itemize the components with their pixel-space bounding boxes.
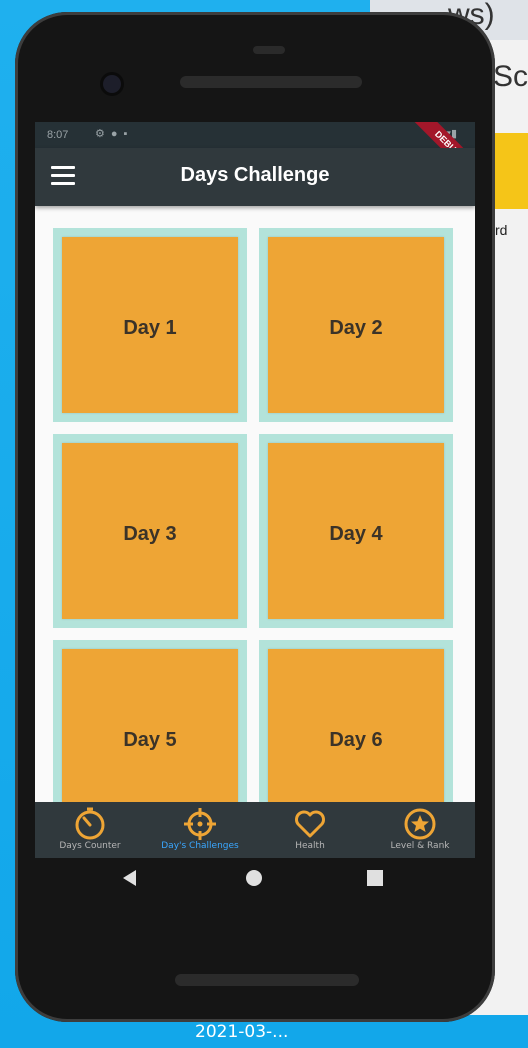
proximity-sensor (253, 46, 285, 54)
nav-label: Health (295, 841, 325, 851)
day-tile-4[interactable]: Day 4 (259, 434, 453, 628)
phone-screen: 8:07 ⚙●▪ ▾▮ DEBUG Days Challenge Day 1 D… (35, 122, 475, 858)
nav-label: Day's Challenges (161, 841, 239, 851)
day-label: Day 1 (123, 317, 177, 339)
app-bar: Days Challenge (35, 148, 475, 206)
day-tile-3[interactable]: Day 3 (53, 434, 247, 628)
system-navigation-bar (35, 858, 475, 908)
nav-health[interactable]: Health (255, 802, 365, 858)
day-label: Day 5 (123, 729, 177, 751)
day-tile-2[interactable]: Day 2 (259, 228, 453, 422)
nav-label: Days Counter (59, 841, 121, 851)
status-bar: 8:07 ⚙●▪ ▾▮ DEBUG (35, 122, 475, 189)
recents-icon[interactable] (365, 868, 385, 888)
background-partial-text: Sce (493, 60, 528, 93)
star-badge-icon (404, 808, 436, 840)
back-icon[interactable] (120, 868, 140, 888)
nav-days-challenges[interactable]: Day's Challenges (145, 802, 255, 858)
day-tile-1[interactable]: Day 1 (53, 228, 247, 422)
taskbar-date: 2021-03-... (195, 1022, 289, 1042)
nav-label: Level & Rank (390, 841, 450, 851)
bottom-navigation: Days Counter Day's Challenges Health Lev… (35, 802, 475, 858)
heart-icon (295, 810, 325, 838)
desktop-app-label: rd (495, 222, 508, 238)
bottom-speaker (175, 974, 359, 986)
day-label: Day 6 (329, 729, 383, 751)
nav-days-counter[interactable]: Days Counter (35, 802, 145, 858)
day-label: Day 3 (123, 523, 177, 545)
page-title: Days Challenge (180, 164, 330, 186)
front-camera (103, 75, 121, 93)
day-label: Day 4 (329, 523, 383, 545)
notification-icons: ⚙●▪ (95, 128, 134, 140)
timer-icon (75, 807, 105, 840)
status-time: 8:07 (47, 129, 69, 141)
home-icon[interactable] (244, 868, 264, 888)
nav-level-rank[interactable]: Level & Rank (365, 802, 475, 858)
day-label: Day 2 (329, 317, 383, 339)
crosshair-icon (184, 808, 216, 840)
earpiece-speaker (180, 76, 362, 88)
